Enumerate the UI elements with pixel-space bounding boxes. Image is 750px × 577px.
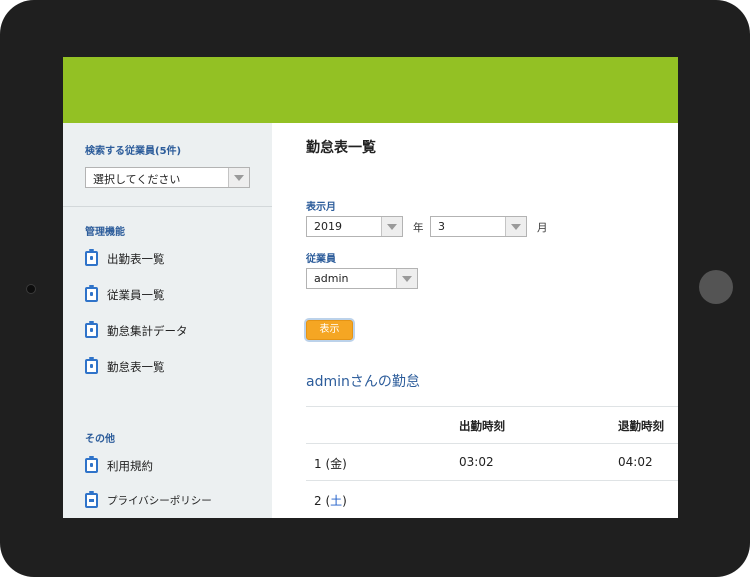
employee-search-label: 検索する従業員(5件) [85,146,182,157]
weekday: 金 [330,457,343,471]
sidebar-divider [63,206,272,207]
sidebar-item-attendance-summary[interactable]: 勤怠集計データ [85,321,265,343]
sidebar-item-label: 勤怠表一覧 [107,360,165,374]
table-header-clock-out: 退勤時刻 [618,419,664,433]
tablet-frame: 検索する従業員(5件) 選択してください 管理機能 出勤表一覧 従業員一覧 勤怠… [0,0,750,577]
main-content: 勤怠表一覧 表示月 2019 年 3 月 従業員 admin 表示 adminさ… [272,123,678,518]
clipboard-info-icon [85,357,98,374]
table-header-clock-in: 出勤時刻 [459,419,505,433]
table-divider [306,406,678,407]
day-number: 2 [314,494,322,508]
year-select[interactable]: 2019 [306,216,403,237]
sidebar-item-employee-list[interactable]: 従業員一覧 [85,285,265,307]
sidebar-item-attendance-list[interactable]: 出勤表一覧 [85,249,265,271]
sidebar-item-label: 勤怠集計データ [107,324,188,338]
sidebar-item-privacy-policy[interactable]: プライバシーポリシー [85,491,265,513]
screen: 検索する従業員(5件) 選択してください 管理機能 出勤表一覧 従業員一覧 勤怠… [63,57,678,518]
employee-label: 従業員 [306,254,336,265]
clipboard-info-icon [85,456,98,473]
month-select-value: 3 [438,220,445,233]
chevron-down-icon [505,217,526,236]
chevron-down-icon [228,168,249,187]
table-divider [306,443,678,444]
sidebar-item-label: 出勤表一覧 [107,252,165,266]
year-unit-label: 年 [413,222,424,234]
camera-lens [26,284,36,294]
sidebar-item-timesheet-list[interactable]: 勤怠表一覧 [85,357,265,379]
employee-search-select[interactable]: 選択してください [85,167,250,188]
table-row-date: 2 (土) [314,494,347,508]
month-unit-label: 月 [537,222,548,234]
day-number: 1 [314,457,322,471]
month-label: 表示月 [306,202,336,213]
clipboard-info-icon [85,249,98,266]
clipboard-lock-icon [85,491,98,508]
admin-section-label: 管理機能 [85,227,125,238]
employee-select[interactable]: admin [306,268,418,289]
page-title: 勤怠表一覧 [306,140,376,156]
employee-search-select-value: 選択してください [93,173,181,186]
employee-select-value: admin [314,272,349,285]
chevron-down-icon [381,217,402,236]
sidebar-item-label: 利用規約 [107,459,153,473]
table-divider [306,480,678,481]
table-cell-clock-in: 03:02 [459,455,494,469]
show-button[interactable]: 表示 [306,320,353,340]
clipboard-info-icon [85,285,98,302]
app-header-bar [63,57,678,123]
year-select-value: 2019 [314,220,342,233]
chevron-down-icon [396,269,417,288]
month-select[interactable]: 3 [430,216,527,237]
sidebar-item-terms[interactable]: 利用規約 [85,456,265,478]
sidebar-item-label: プライバシーポリシー [107,495,212,507]
weekday-saturday: 土 [330,494,343,508]
other-section-label: その他 [85,434,115,445]
table-cell-clock-out: 04:02 [618,455,653,469]
sidebar: 検索する従業員(5件) 選択してください 管理機能 出勤表一覧 従業員一覧 勤怠… [63,123,272,518]
home-button[interactable] [699,270,733,304]
table-row-date: 1 (金) [314,457,347,471]
sidebar-item-label: 従業員一覧 [107,288,165,302]
clipboard-info-icon [85,321,98,338]
section-title: adminさんの勤怠 [306,374,420,390]
